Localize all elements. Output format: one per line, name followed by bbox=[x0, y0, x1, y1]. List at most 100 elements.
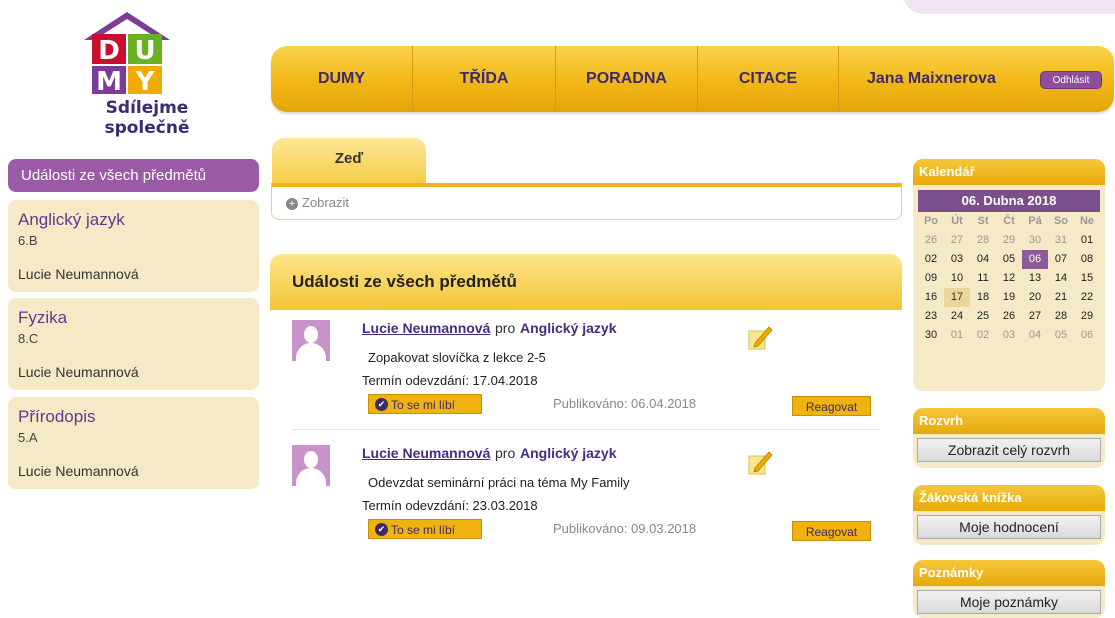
calendar-day[interactable]: 24 bbox=[944, 307, 970, 326]
my-grades-button[interactable]: Moje hodnocení bbox=[917, 515, 1101, 539]
avatar bbox=[292, 320, 330, 361]
sidebar-subject-card[interactable]: Fyzika 8.C Lucie Neumannová bbox=[8, 298, 259, 390]
svg-text:M: M bbox=[96, 67, 122, 94]
calendar-day[interactable]: 04 bbox=[970, 250, 996, 269]
calendar-day[interactable]: 27 bbox=[944, 231, 970, 250]
notes-title: Poznámky bbox=[913, 560, 1105, 586]
calendar-day[interactable]: 04 bbox=[1022, 326, 1048, 345]
grades-widget: Žákovská knížka Moje hodnocení bbox=[913, 485, 1105, 545]
event-subject[interactable]: Anglický jazyk bbox=[520, 445, 617, 461]
top-corner-tab bbox=[902, 0, 1115, 14]
calendar-day[interactable]: 03 bbox=[944, 250, 970, 269]
sidebar-item-all-subjects[interactable]: Události ze všech předmětů bbox=[8, 159, 259, 192]
nav-dumy[interactable]: DUMY bbox=[271, 46, 413, 112]
calendar-weekday: Út bbox=[951, 215, 963, 227]
calendar-day[interactable]: 28 bbox=[970, 231, 996, 250]
calendar-day[interactable]: 10 bbox=[944, 269, 970, 288]
calendar-title: Kalendář bbox=[913, 159, 1105, 185]
event-subject[interactable]: Anglický jazyk bbox=[520, 320, 617, 336]
calendar-weekday: Ne bbox=[1079, 215, 1095, 227]
logo-house-icon: D U M Y bbox=[84, 12, 170, 94]
event-for-label: pro bbox=[495, 445, 516, 461]
my-notes-button[interactable]: Moje poznámky bbox=[917, 590, 1101, 614]
like-button[interactable]: ✔ To se mi líbí bbox=[368, 394, 482, 414]
calendar-day[interactable]: 06 bbox=[1022, 250, 1048, 269]
subject-name[interactable]: Fyzika bbox=[18, 308, 67, 328]
nav-citace[interactable]: CITACE bbox=[698, 46, 839, 112]
calendar-day[interactable]: 02 bbox=[970, 326, 996, 345]
divider bbox=[292, 429, 878, 430]
calendar-day[interactable]: 13 bbox=[1022, 269, 1048, 288]
calendar-day[interactable]: 28 bbox=[1048, 307, 1074, 326]
calendar-day[interactable]: 21 bbox=[1048, 288, 1074, 307]
subject-class: 8.C bbox=[18, 331, 39, 346]
top-navigation: DUMY TŘÍDA PORADNA CITACE Jana Maixnerov… bbox=[271, 46, 1114, 112]
logout-button[interactable]: Odhlásit bbox=[1040, 71, 1102, 89]
calendar-day[interactable]: 25 bbox=[970, 307, 996, 326]
logo[interactable]: D U M Y Sdílejme společně bbox=[62, 12, 232, 138]
sidebar-subject-card[interactable]: Anglický jazyk 6.B Lucie Neumannová bbox=[8, 200, 259, 292]
nav-trida[interactable]: TŘÍDA bbox=[413, 46, 556, 112]
calendar-day[interactable]: 16 bbox=[918, 288, 944, 307]
react-button[interactable]: Reagovat bbox=[792, 521, 871, 541]
calendar-day[interactable]: 02 bbox=[918, 250, 944, 269]
calendar-day[interactable]: 18 bbox=[970, 288, 996, 307]
calendar-day[interactable]: 23 bbox=[918, 307, 944, 326]
event-for-label: pro bbox=[495, 320, 516, 336]
calendar-day[interactable]: 05 bbox=[1048, 326, 1074, 345]
grades-title: Žákovská knížka bbox=[913, 485, 1105, 511]
user-name[interactable]: Jana Maixnerova bbox=[867, 70, 996, 88]
calendar-day[interactable]: 29 bbox=[1074, 307, 1100, 326]
subject-teacher: Lucie Neumannová bbox=[18, 463, 139, 479]
calendar-day[interactable]: 09 bbox=[918, 269, 944, 288]
calendar-day[interactable]: 01 bbox=[1074, 231, 1100, 250]
calendar-day[interactable]: 14 bbox=[1048, 269, 1074, 288]
tab-wall[interactable]: Zeď bbox=[272, 138, 426, 183]
subject-teacher: Lucie Neumannová bbox=[18, 266, 139, 282]
subject-name[interactable]: Přírodopis bbox=[18, 407, 95, 427]
calendar-day[interactable]: 26 bbox=[918, 231, 944, 250]
show-toggle[interactable]: + Zobrazit bbox=[286, 195, 349, 210]
svg-text:U: U bbox=[134, 36, 155, 66]
subject-name[interactable]: Anglický jazyk bbox=[18, 210, 125, 230]
svg-text:D: D bbox=[98, 36, 120, 66]
calendar-day[interactable]: 11 bbox=[970, 269, 996, 288]
calendar-day[interactable]: 17 bbox=[944, 288, 970, 307]
nav-poradna[interactable]: PORADNA bbox=[556, 46, 698, 112]
calendar-day[interactable]: 19 bbox=[996, 288, 1022, 307]
calendar-day[interactable]: 03 bbox=[996, 326, 1022, 345]
calendar-weekday: Pá bbox=[1028, 215, 1042, 227]
event-deadline: Termín odevzdání: 23.03.2018 bbox=[362, 498, 538, 513]
show-schedule-button[interactable]: Zobrazit celý rozvrh bbox=[917, 438, 1101, 462]
calendar-day[interactable]: 30 bbox=[1022, 231, 1048, 250]
calendar-weekday: Čt bbox=[1003, 215, 1015, 227]
sidebar-subject-card[interactable]: Přírodopis 5.A Lucie Neumannová bbox=[8, 397, 259, 489]
calendar-grid: Po Út St Čt Pá So Ne 26 27 28 29 30 31 01 02 03 04 05 06 07… bbox=[918, 212, 1105, 345]
calendar-day[interactable]: 22 bbox=[1074, 288, 1100, 307]
calendar-day[interactable]: 08 bbox=[1074, 250, 1100, 269]
calendar-day[interactable]: 07 bbox=[1048, 250, 1074, 269]
calendar-day[interactable]: 01 bbox=[944, 326, 970, 345]
avatar bbox=[292, 445, 330, 486]
notes-widget: Poznámky Moje poznámky bbox=[913, 560, 1105, 618]
calendar-day[interactable]: 20 bbox=[1022, 288, 1048, 307]
pencil-note-icon bbox=[748, 326, 773, 350]
calendar-day[interactable]: 26 bbox=[996, 307, 1022, 326]
event-text: Zopakovat slovíčka z lekce 2-5 bbox=[368, 350, 546, 365]
calendar-widget: Kalendář 06. Dubna 2018 Po Út St Čt Pá So Ne 26… bbox=[913, 159, 1105, 391]
subject-class: 6.B bbox=[18, 233, 38, 248]
calendar-day[interactable]: 06 bbox=[1074, 326, 1100, 345]
calendar-day[interactable]: 29 bbox=[996, 231, 1022, 250]
calendar-day[interactable]: 30 bbox=[918, 326, 944, 345]
calendar-day[interactable]: 12 bbox=[996, 269, 1022, 288]
calendar-day[interactable]: 31 bbox=[1048, 231, 1074, 250]
event-author-link[interactable]: Lucie Neumannová bbox=[362, 445, 490, 461]
like-button[interactable]: ✔ To se mi líbí bbox=[368, 519, 482, 539]
calendar-day[interactable]: 27 bbox=[1022, 307, 1048, 326]
events-header: Události ze všech předmětů bbox=[270, 254, 902, 310]
nav-user-area: Jana Maixnerova Odhlásit bbox=[839, 46, 1114, 112]
calendar-day[interactable]: 15 bbox=[1074, 269, 1100, 288]
react-button[interactable]: Reagovat bbox=[792, 396, 871, 416]
event-author-link[interactable]: Lucie Neumannová bbox=[362, 320, 490, 336]
calendar-day[interactable]: 05 bbox=[996, 250, 1022, 269]
